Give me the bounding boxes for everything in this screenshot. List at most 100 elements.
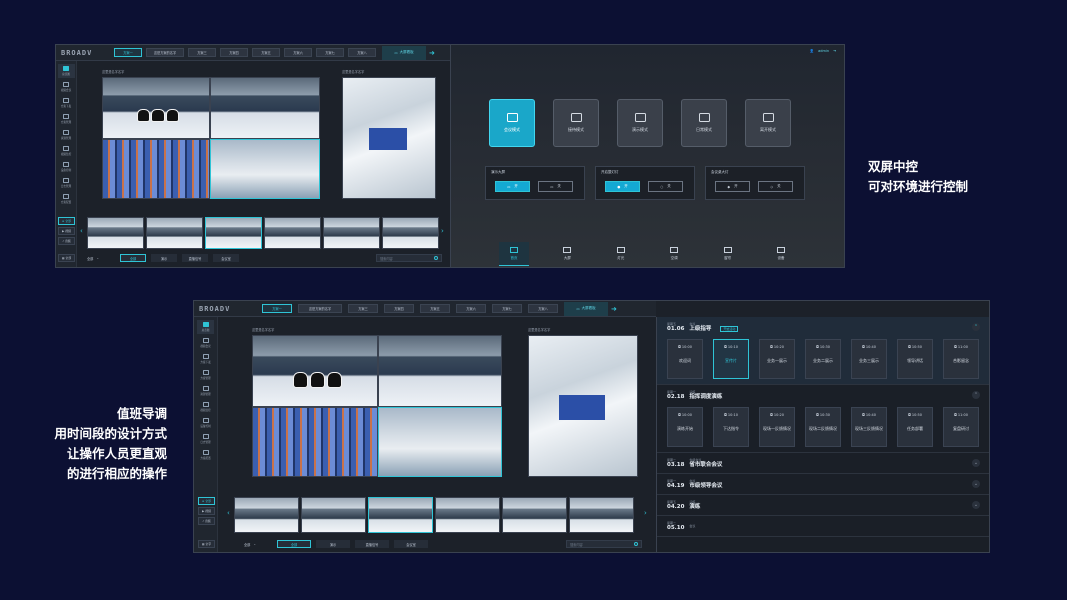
tab-plan[interactable]: 方案八	[348, 48, 376, 57]
agenda-card[interactable]: ◘ 10:50 领导讲话	[897, 339, 933, 379]
sidebar-item[interactable]: 视频会议	[58, 80, 75, 94]
arrow-right-icon[interactable]: ➜	[611, 305, 617, 313]
agenda-card[interactable]: ◘ 10:50 任务部署	[897, 407, 933, 447]
video-preview[interactable]	[528, 335, 638, 477]
video-window[interactable]	[252, 407, 378, 477]
tab-plan[interactable]: 方案一	[262, 304, 292, 313]
sidebar-item[interactable]: 总览图	[197, 320, 214, 334]
thumbnail[interactable]	[323, 217, 380, 249]
thumbnail[interactable]	[382, 217, 439, 249]
switch-off-button[interactable]: ▭ 关	[538, 181, 573, 192]
filter-button[interactable]: 全部	[277, 540, 311, 548]
thumbnail[interactable]	[87, 217, 144, 249]
thumbnail[interactable]	[502, 497, 567, 533]
tab-plan[interactable]: 方案四	[220, 48, 248, 57]
tab-plan[interactable]: 方案七	[492, 304, 522, 313]
schedule-section[interactable]: 星期一 04.19 会议 市级领导会议 ⌄	[657, 474, 989, 495]
all-button[interactable]: ▦ 全部	[58, 254, 75, 262]
agenda-card-selected[interactable]: ◘ 10:10 宣传片	[713, 339, 749, 379]
filter-video-button[interactable]: ▶ 视频	[58, 227, 75, 235]
sidebar-item[interactable]: 视频会议	[197, 336, 214, 350]
tab-plan[interactable]: 方案六	[284, 48, 312, 57]
nav-light[interactable]: 灯光	[606, 242, 636, 266]
video-window[interactable]	[210, 77, 320, 139]
video-preview[interactable]	[342, 77, 436, 199]
schedule-section[interactable]: 星期五 04.20 演练 演练 ⌄	[657, 495, 989, 516]
filter-button[interactable]: 会议室	[394, 540, 428, 548]
chevron-down-icon[interactable]: ⌄	[972, 501, 980, 509]
chevron-down-icon[interactable]: ⌄	[972, 459, 980, 467]
search-input[interactable]: 搜索内容	[376, 254, 442, 262]
mode-presentation-button[interactable]: 演示模式	[617, 99, 663, 147]
chevron-left-icon[interactable]: ‹	[227, 509, 230, 517]
tab-plan[interactable]: 方案一	[114, 48, 142, 57]
agenda-card[interactable]: ◘ 10:00 欢迎词	[667, 339, 703, 379]
filter-button[interactable]: 演示	[316, 540, 350, 548]
big-screen-button[interactable]: ▭ 大屏看板	[564, 301, 608, 316]
big-screen-button[interactable]: ▭ 大屏看板	[382, 45, 426, 60]
chevron-left-icon[interactable]: ‹	[80, 227, 83, 235]
filter-button[interactable]: 演示	[151, 254, 177, 262]
sidebar-item[interactable]: 设备控制	[197, 416, 214, 430]
type-select[interactable]: 全部 ⌄	[87, 256, 115, 261]
agenda-card[interactable]: ◘ 11:00 复盘研讨	[943, 407, 979, 447]
tab-plan[interactable]: 方案五	[252, 48, 280, 57]
schedule-section[interactable]: 星期二 05.10 会议	[657, 516, 989, 537]
sidebar-item[interactable]: 方案配置	[197, 448, 214, 462]
tab-plan[interactable]: 方案五	[420, 304, 450, 313]
search-input[interactable]: 搜索内容	[566, 540, 642, 548]
type-select[interactable]: 全部 ⌄	[244, 542, 272, 547]
filter-button[interactable]: 全部	[120, 254, 146, 262]
chevron-up-icon[interactable]: ⌃	[972, 391, 980, 399]
thumbnail[interactable]	[301, 497, 366, 533]
tab-plan[interactable]: 方案八	[528, 304, 558, 313]
agenda-card[interactable]: ◘ 10:40 业务三展示	[851, 339, 887, 379]
mode-reception-button[interactable]: 接待模式	[553, 99, 599, 147]
filter-audio-button[interactable]: ♪ 音频	[198, 517, 215, 525]
nav-home[interactable]: 首页	[499, 242, 529, 266]
chevron-up-icon[interactable]: ⌃	[972, 323, 980, 331]
sidebar-item[interactable]: 总览图	[57, 64, 75, 78]
agenda-card[interactable]: ◘ 10:20 业务一展示	[759, 339, 795, 379]
chevron-down-icon[interactable]: ⌄	[972, 480, 980, 488]
thumbnail[interactable]	[368, 497, 433, 533]
thumbnail[interactable]	[234, 497, 299, 533]
agenda-card[interactable]: ◘ 10:20 现场一反馈情况	[759, 407, 795, 447]
filter-all-button[interactable]: ≡ 全部	[198, 497, 215, 505]
chevron-right-icon[interactable]: ›	[644, 509, 647, 517]
switch-off-button[interactable]: ◇ 关	[758, 181, 793, 192]
tab-plan[interactable]: 方案三	[188, 48, 216, 57]
sidebar-item[interactable]: 资源管理	[58, 128, 75, 142]
agenda-card[interactable]: ◘ 11:00 合影留念	[943, 339, 979, 379]
nav-curtain[interactable]: 窗帘	[713, 242, 743, 266]
tab-plan[interactable]: 方案四	[384, 304, 414, 313]
switch-on-button[interactable]: ◆ 开	[715, 181, 750, 192]
sidebar-item[interactable]: 方案下发	[197, 352, 214, 366]
filter-all-button[interactable]: ≡ 全部	[58, 217, 75, 225]
nav-screen[interactable]: 大屏	[552, 242, 582, 266]
sidebar-item[interactable]: 日志管理	[197, 432, 214, 446]
sidebar-item[interactable]: 日志管理	[58, 176, 75, 190]
video-window[interactable]	[252, 335, 378, 407]
switch-on-button[interactable]: ▭ 开	[495, 181, 530, 192]
schedule-section[interactable]: 星期一 02.18 演练 指挥调度演练 ⌃ ◘ 10:00 演练开始 ◘ 10:10 下…	[657, 385, 989, 453]
agenda-card[interactable]: ◘ 10:30 业务二展示	[805, 339, 841, 379]
video-window[interactable]	[102, 139, 210, 199]
filter-button[interactable]: 直播信号	[182, 254, 208, 262]
filter-audio-button[interactable]: ♪ 音频	[58, 237, 75, 245]
sidebar-item[interactable]: 方案下发	[58, 96, 75, 110]
thumbnail[interactable]	[205, 217, 262, 249]
thumbnail[interactable]	[264, 217, 321, 249]
agenda-card[interactable]: ◘ 10:00 演练开始	[667, 407, 703, 447]
chevron-right-icon[interactable]: ›	[441, 227, 444, 235]
filter-button[interactable]: 会议室	[213, 254, 239, 262]
video-window-selected[interactable]	[378, 407, 502, 477]
video-window-selected[interactable]	[210, 139, 320, 199]
mode-daily-button[interactable]: 日常模式	[681, 99, 727, 147]
agenda-card[interactable]: ◘ 10:30 现场二反馈情况	[805, 407, 841, 447]
sidebar-item[interactable]: 方案管理	[58, 112, 75, 126]
all-button[interactable]: ▦ 全字	[198, 540, 215, 548]
filter-button[interactable]: 直播信号	[355, 540, 389, 548]
tab-plan[interactable]: 方案七	[316, 48, 344, 57]
nav-ac[interactable]: 空调	[659, 242, 689, 266]
